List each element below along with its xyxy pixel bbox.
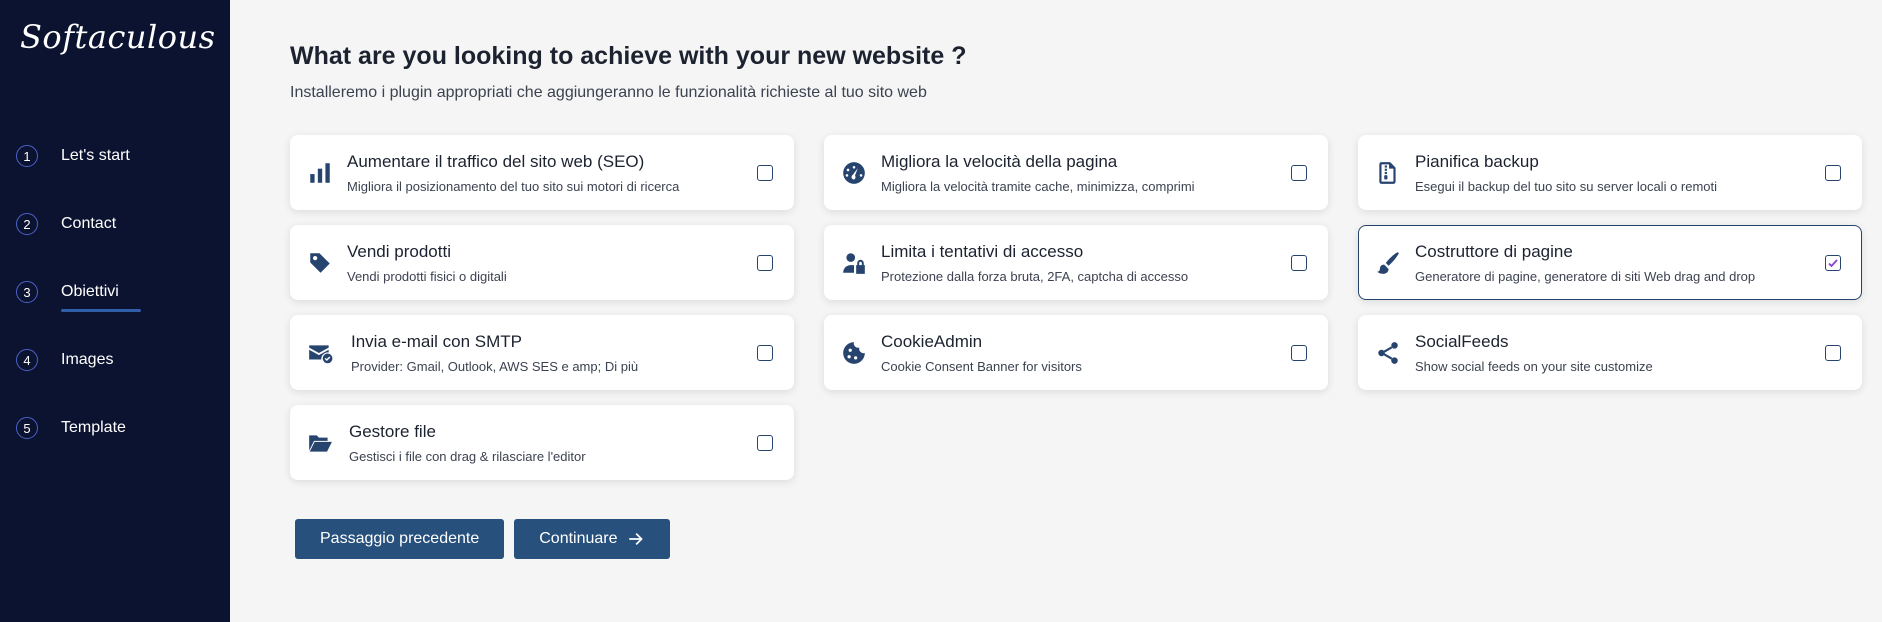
step-label: Let's start: [61, 147, 130, 164]
user-lock-icon: [839, 248, 869, 278]
option-title: Migliora la velocità della pagina: [881, 151, 1118, 171]
option-checkbox[interactable]: [757, 255, 773, 271]
step-label: Template: [61, 419, 126, 436]
option-description: Gestisci i file con drag & rilasciare l'…: [349, 448, 586, 464]
option-description: Generatore di pagine, generatore di siti…: [1415, 268, 1756, 284]
option-checkbox[interactable]: [757, 435, 773, 451]
option-title: Pianifica backup: [1415, 151, 1539, 171]
step-number: 2: [16, 213, 38, 235]
continue-label: Continuare: [539, 530, 618, 547]
bar-chart-icon: [305, 158, 335, 188]
previous-step-button[interactable]: Passaggio precedente: [295, 519, 505, 559]
option-title: SocialFeeds: [1415, 331, 1509, 351]
option-title: Limita i tentativi di accesso: [881, 241, 1084, 261]
option-description: Protezione dalla forza bruta, 2FA, captc…: [881, 268, 1189, 284]
step-obiettivi[interactable]: 3 Obiettivi: [16, 258, 216, 326]
step-lets-start[interactable]: 1 Let's start: [16, 122, 216, 190]
option-checkbox[interactable]: [757, 165, 773, 181]
option-description: Migliora la velocità tramite cache, mini…: [881, 178, 1195, 194]
option-title: Gestore file: [349, 421, 436, 441]
option-description: Show social feeds on your site customize: [1415, 358, 1653, 374]
page-subtitle: Installeremo i plugin appropriati che ag…: [290, 84, 927, 101]
step-template[interactable]: 5 Template: [16, 394, 216, 462]
option-card-page-builder[interactable]: Costruttore di pagine Generatore di pagi…: [1358, 225, 1862, 300]
option-title: Costruttore di pagine: [1415, 241, 1573, 261]
previous-step-label: Passaggio precedente: [320, 530, 480, 547]
option-card-page-speed[interactable]: Migliora la velocità della pagina Miglio…: [824, 135, 1328, 210]
option-checkbox[interactable]: [1825, 165, 1841, 181]
softaculous-logo: Softaculous: [20, 18, 216, 56]
checkmark-icon: [1828, 259, 1838, 268]
step-number: 4: [16, 349, 38, 371]
option-card-seo[interactable]: Aumentare il traffico del sito web (SEO)…: [290, 135, 794, 210]
envelope-check-icon: [305, 338, 335, 368]
option-checkbox[interactable]: [757, 345, 773, 361]
option-title: CookieAdmin: [881, 331, 983, 351]
option-card-smtp[interactable]: Invia e-mail con SMTP Provider: Gmail, O…: [290, 315, 794, 390]
option-description: Esegui il backup del tuo sito su server …: [1415, 178, 1718, 194]
option-card-backup[interactable]: Pianifica backup Esegui il backup del tu…: [1358, 135, 1862, 210]
step-number: 5: [16, 417, 38, 439]
option-checkbox[interactable]: [1825, 345, 1841, 361]
file-archive-icon: [1373, 158, 1403, 188]
paintbrush-icon: [1373, 248, 1403, 278]
option-title: Vendi prodotti: [347, 241, 451, 261]
main-content: What are you looking to achieve with you…: [230, 0, 1882, 622]
option-card-file-manager[interactable]: Gestore file Gestisci i file con drag & …: [290, 405, 794, 480]
sidebar: Softaculous 1 Let's start 2 Contact 3 Ob…: [0, 0, 230, 622]
folder-open-icon: [305, 428, 335, 458]
arrow-right-icon: [627, 530, 645, 548]
options-grid: Aumentare il traffico del sito web (SEO)…: [290, 135, 1862, 480]
steps-nav: 1 Let's start 2 Contact 3 Obiettivi 4 Im…: [16, 122, 216, 462]
option-title: Invia e-mail con SMTP: [351, 331, 522, 351]
option-card-sell-products[interactable]: Vendi prodotti Vendi prodotti fisici o d…: [290, 225, 794, 300]
option-description: Provider: Gmail, Outlook, AWS SES e amp;…: [351, 358, 639, 374]
option-description: Vendi prodotti fisici o digitali: [347, 268, 507, 284]
tag-icon: [305, 248, 335, 278]
cookie-icon: [839, 338, 869, 368]
option-card-limit-login[interactable]: Limita i tentativi di accesso Protezione…: [824, 225, 1328, 300]
option-title: Aumentare il traffico del sito web (SEO): [347, 151, 645, 171]
share-icon: [1373, 338, 1403, 368]
speedometer-icon: [839, 158, 869, 188]
option-card-cookieadmin[interactable]: CookieAdmin Cookie Consent Banner for vi…: [824, 315, 1328, 390]
page-title: What are you looking to achieve with you…: [290, 42, 967, 70]
step-label: Obiettivi: [61, 283, 141, 312]
option-card-socialfeeds[interactable]: SocialFeeds Show social feeds on your si…: [1358, 315, 1862, 390]
option-description: Cookie Consent Banner for visitors: [881, 358, 1082, 374]
continue-button[interactable]: Continuare: [514, 519, 670, 559]
option-checkbox[interactable]: [1291, 165, 1307, 181]
step-number: 3: [16, 281, 38, 303]
option-checkbox[interactable]: [1291, 345, 1307, 361]
option-checkbox[interactable]: [1291, 255, 1307, 271]
wizard-buttons: Passaggio precedente Continuare: [295, 519, 670, 559]
option-description: Migliora il posizionamento del tuo sito …: [347, 178, 680, 194]
step-contact[interactable]: 2 Contact: [16, 190, 216, 258]
step-label: Contact: [61, 215, 117, 232]
step-number: 1: [16, 145, 38, 167]
option-checkbox[interactable]: [1825, 255, 1841, 271]
step-images[interactable]: 4 Images: [16, 326, 216, 394]
step-label: Images: [61, 351, 114, 368]
